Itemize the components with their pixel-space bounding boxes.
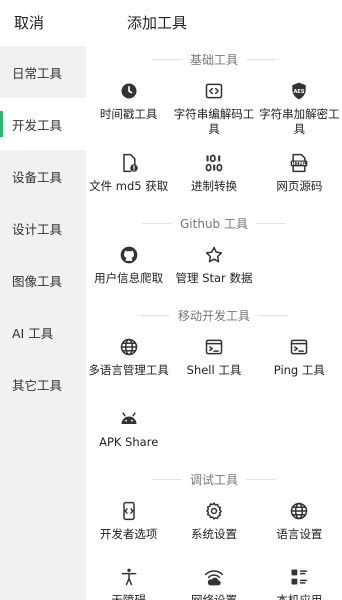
tool-list[interactable]: 基础工具时间戳工具 字符串编解码工具 AES 字符串加解密工具文件 md5 获取 进制转… (86, 46, 342, 600)
section-title: 移动开发工具 (86, 302, 342, 328)
sidebar-item[interactable]: 设备工具 (0, 150, 86, 202)
section-title: 基础工具 (86, 46, 342, 72)
globe-icon (118, 336, 140, 358)
tool-item[interactable]: Ping 工具 (257, 328, 342, 400)
tool-label: 本机应用 (276, 593, 323, 600)
tool-label: 进制转换 (191, 179, 237, 193)
tool-label: 字符串编解码工具 (173, 107, 255, 136)
section-title-text: 移动开发工具 (177, 308, 250, 323)
sidebar-item[interactable]: 其它工具 (0, 358, 86, 410)
divider-line (255, 222, 286, 224)
tool-item[interactable]: 管理 Star 数据 (171, 236, 256, 302)
section-title-text: 调试工具 (189, 472, 238, 487)
gear-icon (203, 500, 225, 522)
app-list-icon (288, 566, 310, 588)
header: 取消 添加工具 (0, 0, 342, 46)
sidebar-item-label: 开发工具 (12, 117, 63, 133)
accessibility-icon (118, 566, 140, 588)
binary-icon (203, 152, 225, 174)
tool-item[interactable]: 进制转换 (171, 144, 256, 210)
sidebar-item-label: AI 工具 (12, 325, 54, 341)
tool-item[interactable]: 字符串编解码工具 (171, 72, 256, 144)
sidebar-item-label: 设计工具 (12, 221, 63, 237)
tool-label: Shell 工具 (186, 363, 242, 377)
tool-item[interactable]: 语言设置 (257, 492, 342, 558)
terminal-icon (203, 336, 225, 358)
github-icon (118, 244, 140, 266)
svg-text:AES: AES (294, 89, 305, 95)
section-title: Github 工具 (86, 210, 342, 236)
sidebar-item[interactable]: 日常工具 (0, 46, 86, 98)
divider-line (139, 314, 170, 316)
divider-line (246, 58, 276, 60)
tool-grid: 时间戳工具 字符串编解码工具 AES 字符串加解密工具文件 md5 获取 进制转换 HTM… (86, 72, 342, 210)
tool-label: 语言设置 (276, 527, 323, 541)
sidebar-item-label: 图像工具 (12, 273, 63, 289)
sidebar-item[interactable]: AI 工具 (0, 306, 86, 358)
tool-label: APK Share (99, 435, 159, 449)
section-title: 调试工具 (86, 466, 342, 492)
globe-icon (288, 500, 310, 522)
page-title: 添加工具 (126, 14, 187, 32)
tool-label: 管理 Star 数据 (175, 271, 253, 285)
tool-label: 网页源码 (276, 179, 323, 193)
tool-grid: 多语言管理工具 Shell 工具 Ping 工具 APK Share (86, 328, 342, 466)
tool-label: 无障碍 (111, 593, 146, 600)
sidebar-item[interactable]: 开发工具 (0, 98, 86, 150)
file-alert-icon (118, 152, 140, 174)
tool-item[interactable]: HTML 网页源码 (257, 144, 342, 210)
clock-icon (118, 80, 140, 102)
section-title-text: Github 工具 (180, 216, 248, 231)
tool-item[interactable]: 本机应用 (257, 558, 342, 600)
divider-line (246, 478, 276, 480)
developer-mode-icon (118, 500, 140, 522)
section-title-text: 基础工具 (189, 52, 238, 67)
tool-label: 时间戳工具 (99, 107, 158, 121)
tool-label: 多语言管理工具 (88, 363, 169, 377)
divider-line (151, 478, 182, 480)
sidebar-item-label: 其它工具 (12, 377, 63, 393)
code-icon (203, 80, 225, 102)
svg-text:HTML: HTML (292, 161, 307, 167)
tool-label: Ping 工具 (273, 363, 325, 377)
star-icon (203, 244, 225, 266)
android-icon (118, 408, 140, 430)
tool-item[interactable]: Shell 工具 (171, 328, 256, 400)
tool-item[interactable]: 系统设置 (171, 492, 256, 558)
tool-label: 字符串加解密工具 (259, 107, 340, 136)
tool-grid: 用户信息爬取 管理 Star 数据 (86, 236, 342, 302)
terminal-icon (288, 336, 310, 358)
tool-item[interactable]: 用户信息爬取 (86, 236, 171, 302)
tool-label: 网络设置 (191, 593, 237, 600)
divider-line (258, 314, 288, 316)
html-file-icon: HTML (288, 152, 310, 174)
tool-label: 系统设置 (191, 527, 237, 541)
tool-item[interactable]: APK Share (86, 400, 171, 466)
tool-label: 用户信息爬取 (94, 271, 164, 285)
tool-item[interactable]: 文件 md5 获取 (86, 144, 171, 210)
sidebar-item-label: 设备工具 (12, 169, 63, 185)
divider-line (142, 222, 172, 224)
tool-grid: 开发者选项 系统设置 语言设置无障碍 网络设置 本机应用 (86, 492, 342, 600)
tool-item[interactable]: 时间戳工具 (86, 72, 171, 144)
tool-label: 文件 md5 获取 (89, 179, 169, 193)
sidebar-item[interactable]: 设计工具 (0, 202, 86, 254)
tool-item[interactable]: 多语言管理工具 (86, 328, 171, 400)
tool-item[interactable]: 开发者选项 (86, 492, 171, 558)
divider-line (151, 58, 182, 60)
tool-item[interactable]: AES 字符串加解密工具 (257, 72, 342, 144)
wifi-cloud-icon (203, 566, 225, 588)
aes-shield-icon: AES (288, 80, 310, 102)
sidebar: 日常工具开发工具设备工具设计工具图像工具 AI 工具其它工具 (0, 46, 86, 600)
tool-item[interactable]: 无障碍 (86, 558, 171, 600)
sidebar-item[interactable]: 图像工具 (0, 254, 86, 306)
tool-label: 开发者选项 (99, 527, 158, 541)
sidebar-item-label: 日常工具 (12, 65, 63, 81)
tool-item[interactable]: 网络设置 (171, 558, 256, 600)
